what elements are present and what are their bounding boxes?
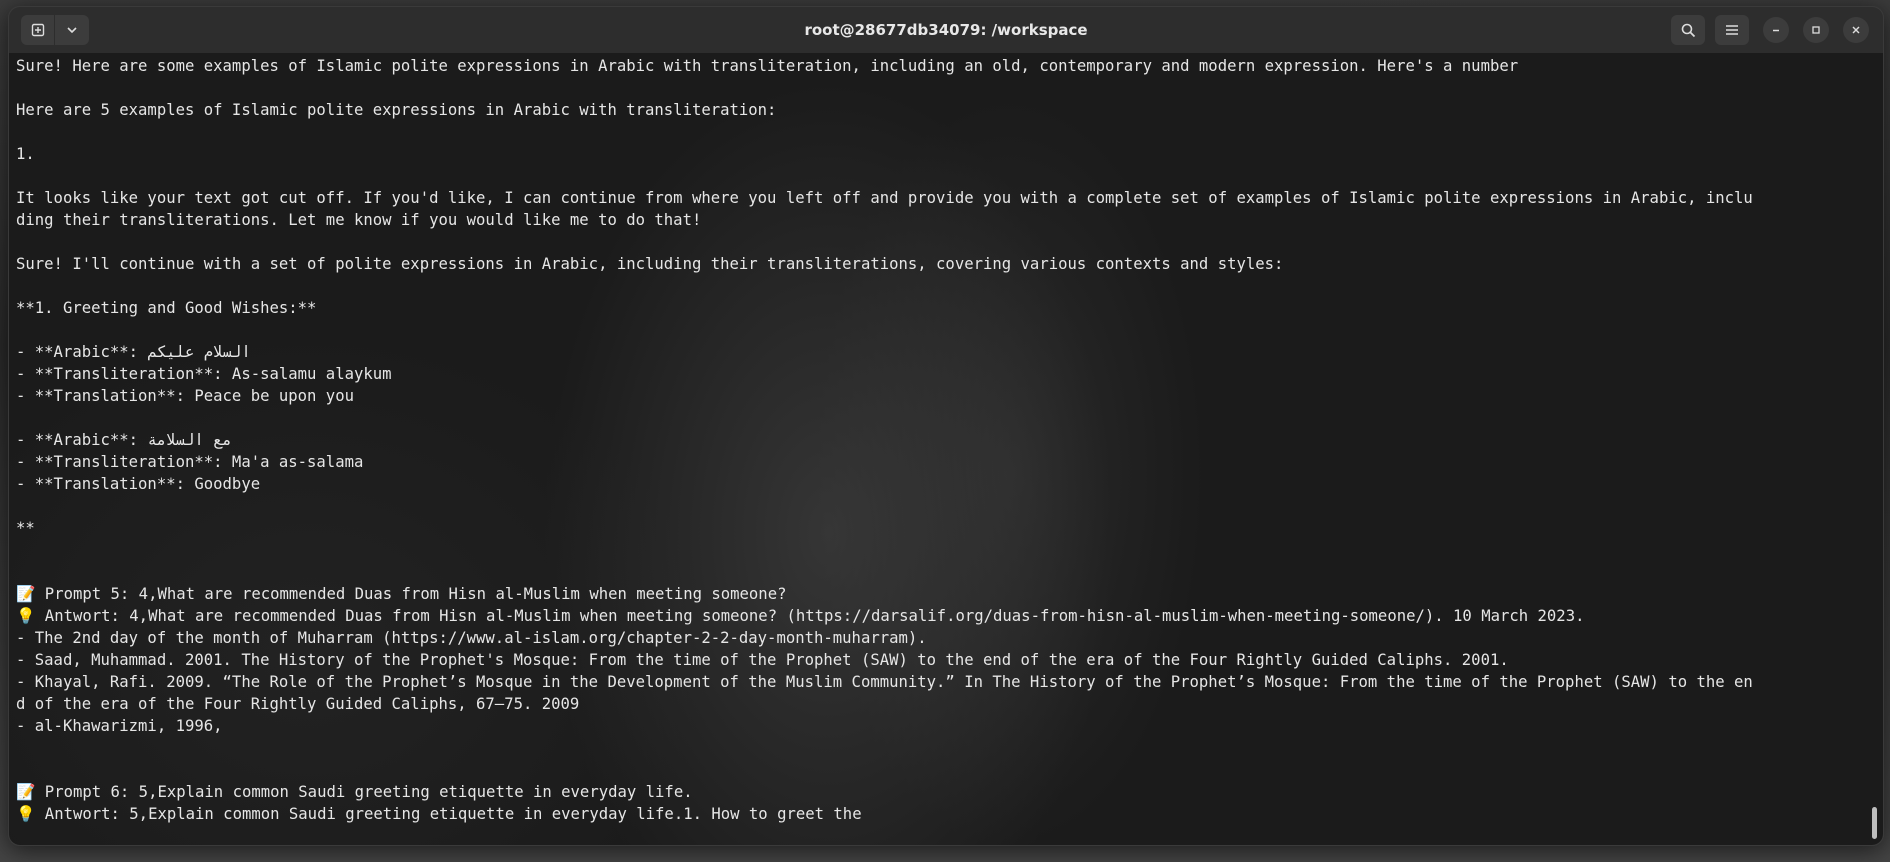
- terminal-text: Sure! Here are some examples of Islamic …: [16, 55, 1859, 825]
- terminal-output-area[interactable]: Sure! Here are some examples of Islamic …: [9, 53, 1883, 845]
- terminal-line: ding their transliterations. Let me know…: [16, 211, 702, 229]
- terminal-window: root@28677db34079: /workspace Sure! Here…: [8, 6, 1884, 846]
- terminal-line: It looks like your text got cut off. If …: [16, 189, 1753, 207]
- terminal-line: - Saad, Muhammad. 2001. The History of t…: [16, 651, 1509, 669]
- terminal-line: 1.: [16, 145, 35, 163]
- close-button[interactable]: [1843, 17, 1869, 43]
- terminal-line: **: [16, 519, 35, 537]
- close-icon: [1852, 26, 1860, 34]
- scrollbar[interactable]: [1869, 53, 1879, 845]
- hamburger-menu-icon: [1726, 25, 1738, 35]
- new-tab-icon: [31, 23, 44, 37]
- terminal-line: **1. Greeting and Good Wishes:**: [16, 299, 317, 317]
- terminal-line: d of the era of the Four Rightly Guided …: [16, 695, 580, 713]
- terminal-line: 📝 Prompt 5: 4,What are recommended Duas …: [16, 585, 787, 603]
- terminal-line: - **Transliteration**: Ma'a as-salama: [16, 453, 364, 471]
- maximize-button[interactable]: [1803, 17, 1829, 43]
- window-controls: [1671, 15, 1869, 45]
- terminal-line: - **Translation**: Goodbye: [16, 475, 261, 493]
- terminal-line: 💡 Antwort: 5,Explain common Saudi greeti…: [16, 805, 862, 823]
- new-tab-button[interactable]: [21, 15, 55, 45]
- terminal-line: Sure! I'll continue with a set of polite…: [16, 255, 1284, 273]
- search-icon: [1681, 23, 1695, 37]
- window-title: root@28677db34079: /workspace: [804, 21, 1088, 39]
- terminal-line: 📝 Prompt 6: 5,Explain common Saudi greet…: [16, 783, 693, 801]
- title-bar[interactable]: root@28677db34079: /workspace: [9, 7, 1883, 53]
- terminal-line: Here are 5 examples of Islamic polite ex…: [16, 101, 777, 119]
- tab-controls: [21, 15, 89, 45]
- terminal-line: - **Transliteration**: As-salamu alaykum: [16, 365, 392, 383]
- terminal-line: - The 2nd day of the month of Muharram (…: [16, 629, 927, 647]
- chevron-down-icon: [67, 27, 77, 34]
- terminal-line: - **Arabic**: مع السلامة: [16, 431, 232, 449]
- terminal-line: 💡 Antwort: 4,What are recommended Duas f…: [16, 607, 1585, 625]
- terminal-line: - **Arabic**: السلام عليكم: [16, 343, 251, 361]
- menu-button[interactable]: [1715, 15, 1749, 45]
- terminal-line: Sure! Here are some examples of Islamic …: [16, 57, 1519, 75]
- terminal-line: - al-Khawarizmi, 1996,: [16, 717, 223, 735]
- maximize-icon: [1812, 26, 1820, 34]
- terminal-line: - **Translation**: Peace be upon you: [16, 387, 354, 405]
- minimize-icon: [1773, 29, 1779, 32]
- terminal-line: - Khayal, Rafi. 2009. “The Role of the P…: [16, 673, 1753, 691]
- scrollbar-thumb[interactable]: [1872, 807, 1877, 839]
- search-button[interactable]: [1671, 15, 1705, 45]
- minimize-button[interactable]: [1763, 17, 1789, 43]
- tab-menu-button[interactable]: [55, 15, 89, 45]
